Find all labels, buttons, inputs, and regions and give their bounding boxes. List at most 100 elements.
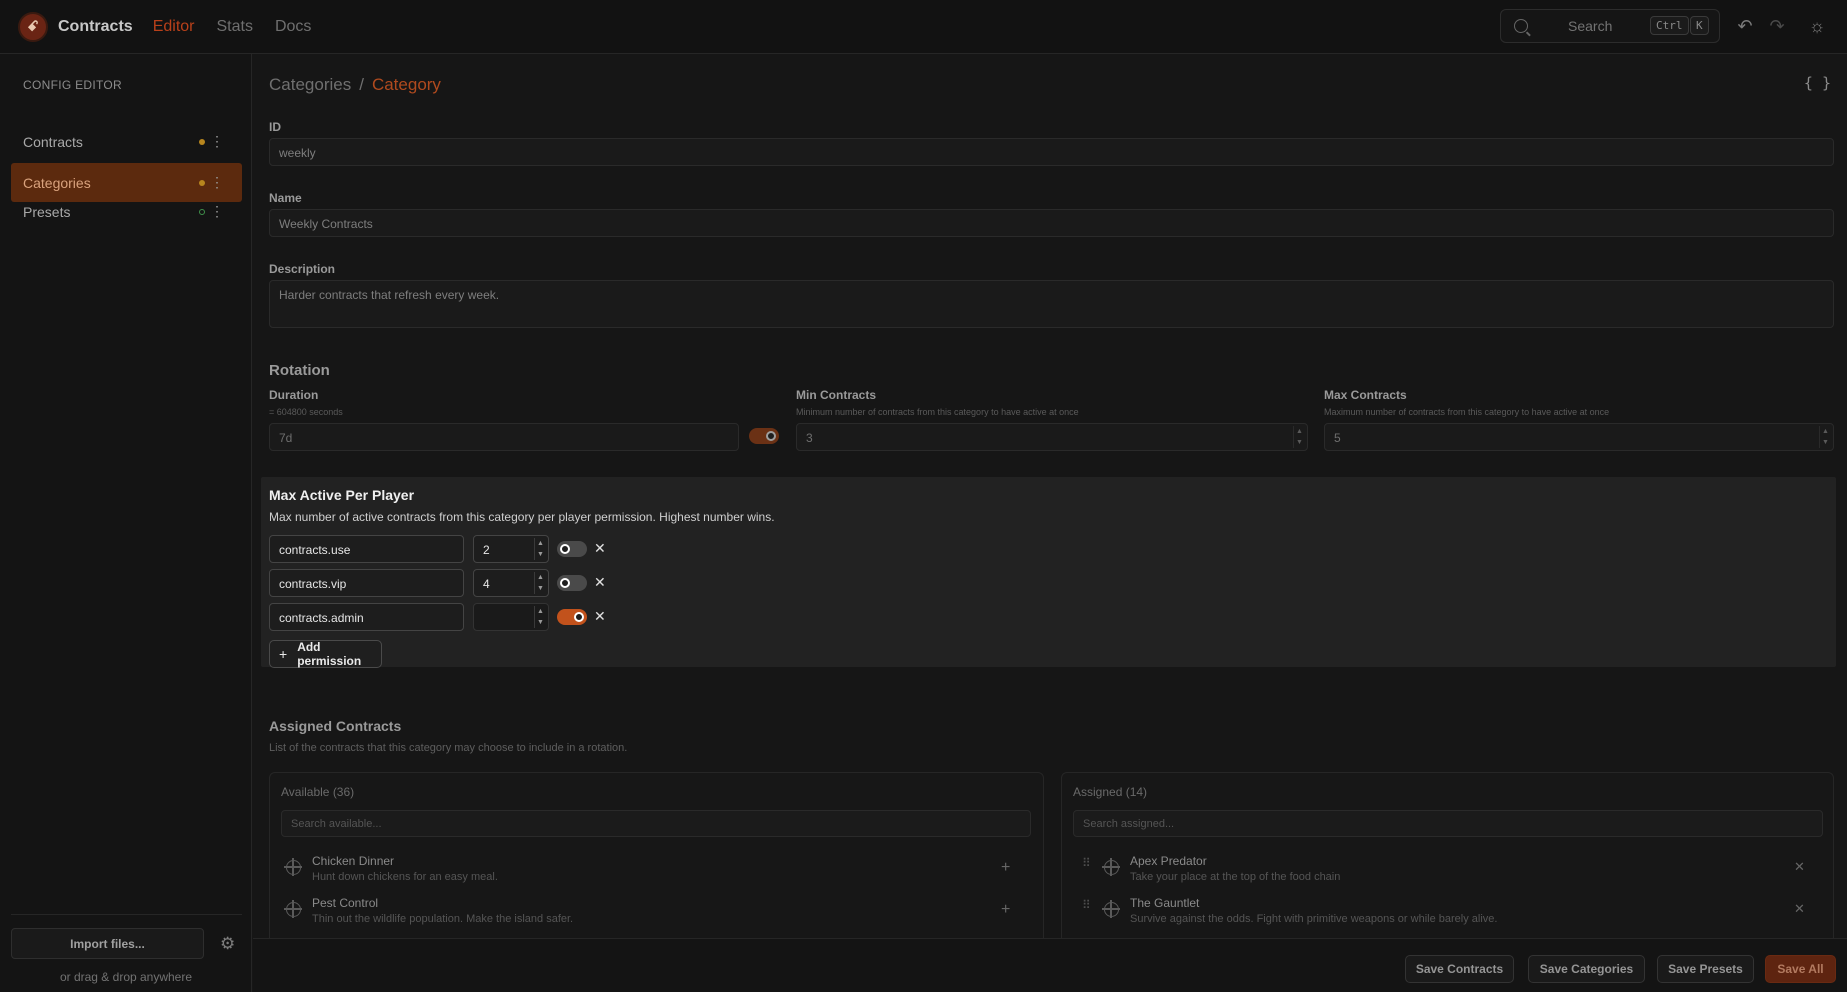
search-assigned-input[interactable]: Search assigned... bbox=[1073, 810, 1823, 837]
kebab-menu-icon[interactable]: ⋮ bbox=[210, 203, 224, 219]
save-all-button[interactable]: Save All bbox=[1765, 955, 1836, 983]
max-active-title: Max Active Per Player bbox=[269, 487, 415, 503]
remove-permission-icon[interactable]: ✕ bbox=[594, 540, 606, 557]
save-contracts-button[interactable]: Save Contracts bbox=[1405, 955, 1514, 983]
brand-name[interactable]: Contracts bbox=[58, 18, 133, 36]
permission-limit-value: 2 bbox=[483, 543, 490, 557]
stepper-down-icon[interactable]: ▼ bbox=[537, 619, 544, 626]
assigned-contracts-description: List of the contracts that this category… bbox=[269, 742, 628, 754]
list-item[interactable]: ⠿ The Gauntlet Survive against the odds.… bbox=[1062, 893, 1833, 929]
sidebar-divider bbox=[11, 914, 242, 915]
name-field[interactable]: Weekly Contracts bbox=[269, 209, 1834, 237]
redo-icon[interactable]: ↷ bbox=[1765, 14, 1789, 38]
main-content: Categories / Category { } ID weekly Name W… bbox=[253, 54, 1847, 992]
stepper-up-icon[interactable]: ▲ bbox=[1822, 428, 1829, 435]
search-icon bbox=[1514, 19, 1528, 33]
remove-icon[interactable]: ✕ bbox=[1794, 901, 1805, 917]
shortcut-key-ctrl: Ctrl bbox=[1650, 16, 1689, 35]
sidebar-item-label: Presets bbox=[23, 203, 71, 220]
stepper-down-icon[interactable]: ▼ bbox=[537, 551, 544, 558]
app-logo[interactable]: ꗃ bbox=[18, 11, 48, 42]
number-stepper[interactable]: ▲ ▼ bbox=[1819, 426, 1831, 448]
number-stepper[interactable]: ▲ ▼ bbox=[534, 538, 546, 560]
rotation-title: Rotation bbox=[269, 362, 330, 379]
crosshair-icon bbox=[1102, 900, 1120, 918]
name-label: Name bbox=[269, 191, 302, 205]
number-stepper[interactable]: ▲ ▼ bbox=[534, 572, 546, 594]
contract-description: Hunt down chickens for an easy meal. bbox=[312, 871, 498, 883]
undo-icon[interactable]: ↶ bbox=[1733, 14, 1757, 38]
permission-field[interactable]: contracts.admin bbox=[269, 603, 464, 631]
contract-name: Apex Predator bbox=[1130, 854, 1207, 868]
crosshair-icon bbox=[284, 858, 302, 876]
sun-icon[interactable]: ☼ bbox=[1805, 14, 1829, 38]
kebab-menu-icon[interactable]: ⋮ bbox=[210, 174, 224, 190]
stepper-down-icon[interactable]: ▼ bbox=[537, 585, 544, 592]
description-field[interactable]: Harder contracts that refresh every week… bbox=[269, 280, 1834, 328]
min-contracts-label: Min Contracts bbox=[796, 388, 877, 402]
add-icon[interactable]: + bbox=[1001, 859, 1010, 877]
drag-handle-icon[interactable]: ⠿ bbox=[1082, 899, 1091, 911]
permission-limit-field[interactable]: ▲ ▼ bbox=[473, 603, 549, 631]
max-contracts-field[interactable]: 5 ▲ ▼ bbox=[1324, 423, 1834, 451]
duration-field[interactable]: 7d bbox=[269, 423, 739, 451]
permission-limit-value: 4 bbox=[483, 577, 490, 591]
stepper-up-icon[interactable]: ▲ bbox=[537, 608, 544, 615]
remove-permission-icon[interactable]: ✕ bbox=[594, 608, 606, 625]
number-stepper[interactable]: ▲ ▼ bbox=[534, 606, 546, 628]
remove-permission-icon[interactable]: ✕ bbox=[594, 574, 606, 591]
permission-limit-field[interactable]: 4 ▲ ▼ bbox=[473, 569, 549, 597]
description-label: Description bbox=[269, 262, 336, 276]
unlimited-toggle[interactable] bbox=[557, 541, 587, 557]
kebab-menu-icon[interactable]: ⋮ bbox=[210, 133, 224, 149]
number-stepper[interactable]: ▲ ▼ bbox=[1293, 426, 1305, 448]
breadcrumb-current: Category bbox=[371, 75, 441, 94]
permission-field[interactable]: contracts.vip bbox=[269, 569, 464, 597]
unlimited-toggle[interactable] bbox=[557, 609, 587, 625]
drag-drop-hint: or drag & drop anywhere bbox=[59, 970, 193, 984]
save-presets-button[interactable]: Save Presets bbox=[1657, 955, 1754, 983]
sidebar-item-presets[interactable]: Presets ⋮ bbox=[11, 192, 242, 231]
remove-icon[interactable]: ✕ bbox=[1794, 859, 1805, 875]
unlimited-toggle[interactable] bbox=[557, 575, 587, 591]
contract-description: Take your place at the top of the food c… bbox=[1130, 871, 1341, 883]
search-available-input[interactable]: Search available... bbox=[281, 810, 1031, 837]
duration-label: Duration bbox=[269, 388, 319, 402]
nav-editor[interactable]: Editor bbox=[153, 18, 195, 36]
sidebar-item-contracts[interactable]: Contracts ⋮ bbox=[11, 122, 242, 161]
min-contracts-field[interactable]: 3 ▲ ▼ bbox=[796, 423, 1308, 451]
nav-docs[interactable]: Docs bbox=[275, 18, 311, 36]
toggle-knob bbox=[766, 431, 776, 441]
sidebar-item-label: Categories bbox=[23, 174, 91, 191]
min-contracts-value: 3 bbox=[806, 431, 813, 445]
gear-icon[interactable]: ⚙ bbox=[220, 934, 235, 954]
add-icon[interactable]: + bbox=[1001, 901, 1010, 919]
permission-field[interactable]: contracts.use bbox=[269, 535, 464, 563]
nav-stats[interactable]: Stats bbox=[216, 18, 252, 36]
status-dot bbox=[199, 209, 205, 215]
available-title: Available (36) bbox=[281, 785, 355, 799]
list-item[interactable]: Chicken Dinner Hunt down chickens for an… bbox=[270, 851, 1043, 887]
duration-toggle[interactable] bbox=[749, 428, 779, 444]
plus-icon: + bbox=[279, 646, 288, 662]
json-view-icon[interactable]: { } bbox=[1804, 74, 1831, 92]
save-categories-button[interactable]: Save Categories bbox=[1528, 955, 1645, 983]
stepper-up-icon[interactable]: ▲ bbox=[537, 574, 544, 581]
stepper-down-icon[interactable]: ▼ bbox=[1822, 439, 1829, 446]
stepper-up-icon[interactable]: ▲ bbox=[1296, 428, 1303, 435]
contract-name: The Gauntlet bbox=[1130, 896, 1200, 910]
list-item[interactable]: Pest Control Thin out the wildlife popul… bbox=[270, 893, 1043, 929]
shortcut-key-k: K bbox=[1690, 16, 1709, 35]
max-active-description: Max number of active contracts from this… bbox=[269, 510, 775, 524]
add-permission-button[interactable]: + Add permission bbox=[269, 640, 382, 668]
id-field[interactable]: weekly bbox=[269, 138, 1834, 166]
stepper-down-icon[interactable]: ▼ bbox=[1296, 439, 1303, 446]
stepper-up-icon[interactable]: ▲ bbox=[537, 540, 544, 547]
list-item[interactable]: ⠿ Apex Predator Take your place at the t… bbox=[1062, 851, 1833, 887]
min-contracts-hint: Minimum number of contracts from this ca… bbox=[796, 407, 1079, 417]
top-bar: ꗃ Contracts Editor Stats Docs Search Ctr… bbox=[0, 0, 1847, 54]
drag-handle-icon[interactable]: ⠿ bbox=[1082, 857, 1091, 869]
breadcrumb-parent[interactable]: Categories bbox=[269, 75, 351, 94]
permission-limit-field[interactable]: 2 ▲ ▼ bbox=[473, 535, 549, 563]
import-files-button[interactable]: Import files... bbox=[11, 928, 204, 959]
